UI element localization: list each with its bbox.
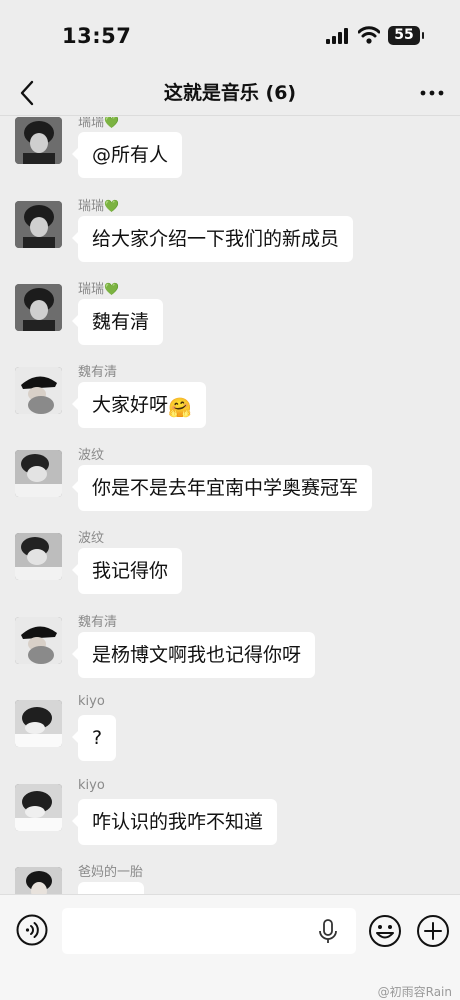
add-icon xyxy=(417,915,449,947)
heart-icon: 💚 xyxy=(104,282,119,296)
mic-icon[interactable] xyxy=(318,919,338,949)
avatar[interactable] xyxy=(15,784,62,831)
more-button[interactable] xyxy=(418,78,446,108)
message-row: kiyo 咋认识的我咋不知道 xyxy=(0,778,460,864)
avatar[interactable] xyxy=(15,201,62,248)
message-list[interactable]: 瑞瑞💚 @所有人 瑞瑞💚 给大家介绍一下我们的新成员 瑞瑞💚 魏有清 魏有清 大… xyxy=(0,117,460,894)
sender-name: 波纹 xyxy=(78,531,105,546)
voice-button[interactable] xyxy=(16,914,48,950)
message-row: 瑞瑞💚 魏有清 xyxy=(0,282,460,364)
message-bubble[interactable]: @所有人 xyxy=(71,132,183,178)
hugging-face-icon: 🤗 xyxy=(168,397,192,419)
signal-icon xyxy=(326,28,348,44)
sender-name: 波纹 xyxy=(78,448,105,463)
avatar[interactable] xyxy=(15,450,62,497)
message-row: kiyo ? xyxy=(0,694,460,780)
sender-name: 瑞瑞💚 xyxy=(78,117,119,130)
status-time: 13:57 xyxy=(62,24,132,48)
message-row: 瑞瑞💚 @所有人 xyxy=(0,117,460,197)
voice-icon xyxy=(16,914,48,946)
message-bubble[interactable]: 你是不是去年宜南中学奥赛冠军 xyxy=(71,465,373,511)
sender-name: kiyo xyxy=(78,778,105,793)
message-bubble[interactable]: ? xyxy=(71,715,117,761)
message-row: 波纹 你是不是去年宜南中学奥赛冠军 xyxy=(0,448,460,530)
message-bubble[interactable]: 魏有清 xyxy=(71,299,164,345)
sender-name: 瑞瑞💚 xyxy=(78,199,119,214)
wifi-icon xyxy=(358,26,380,44)
status-bar: 13:57 55 xyxy=(0,0,460,70)
chat-title: 这就是音乐 (6) xyxy=(163,82,297,104)
message-row: 波纹 我记得你 xyxy=(0,531,460,613)
avatar[interactable] xyxy=(15,533,62,580)
battery-icon: 55 xyxy=(388,26,424,45)
avatar[interactable] xyxy=(15,284,62,331)
sender-name: 魏有清 xyxy=(78,615,118,630)
avatar[interactable] xyxy=(15,700,62,747)
heart-icon: 💚 xyxy=(104,199,119,213)
message-bubble[interactable]: 欢迎 xyxy=(78,882,145,894)
avatar[interactable] xyxy=(15,117,62,164)
more-horizontal-icon xyxy=(420,90,444,96)
emoji-button[interactable] xyxy=(368,914,402,952)
input-bar: @初雨容Rain xyxy=(0,894,460,1000)
sender-name: 爸妈的一胎 xyxy=(78,865,144,880)
message-row: 瑞瑞💚 给大家介绍一下我们的新成员 xyxy=(0,199,460,281)
watermark: @初雨容Rain xyxy=(377,985,452,999)
message-row: 魏有清 是杨博文啊我也记得你呀 xyxy=(0,615,460,697)
avatar[interactable] xyxy=(15,367,62,414)
message-row: 爸妈的一胎 欢迎 xyxy=(0,865,460,894)
message-bubble[interactable]: 给大家介绍一下我们的新成员 xyxy=(71,216,354,262)
message-bubble[interactable]: 咋认识的我咋不知道 xyxy=(71,799,278,845)
message-row: 魏有清 大家好呀🤗 xyxy=(0,365,460,447)
sender-name: 瑞瑞💚 xyxy=(78,282,119,297)
sender-name: 魏有清 xyxy=(78,365,118,380)
chat-header: 这就是音乐 (6) xyxy=(0,70,460,116)
emoji-icon xyxy=(369,915,401,947)
message-bubble[interactable]: 我记得你 xyxy=(71,548,183,594)
message-bubble[interactable]: 大家好呀🤗 xyxy=(72,382,206,428)
sender-name: kiyo xyxy=(78,694,105,709)
message-bubble[interactable]: 是杨博文啊我也记得你呀 xyxy=(71,632,316,678)
avatar[interactable] xyxy=(15,617,62,664)
add-button[interactable] xyxy=(416,914,450,952)
avatar[interactable] xyxy=(15,867,62,894)
heart-icon: 💚 xyxy=(104,117,119,129)
message-input[interactable] xyxy=(62,908,356,954)
